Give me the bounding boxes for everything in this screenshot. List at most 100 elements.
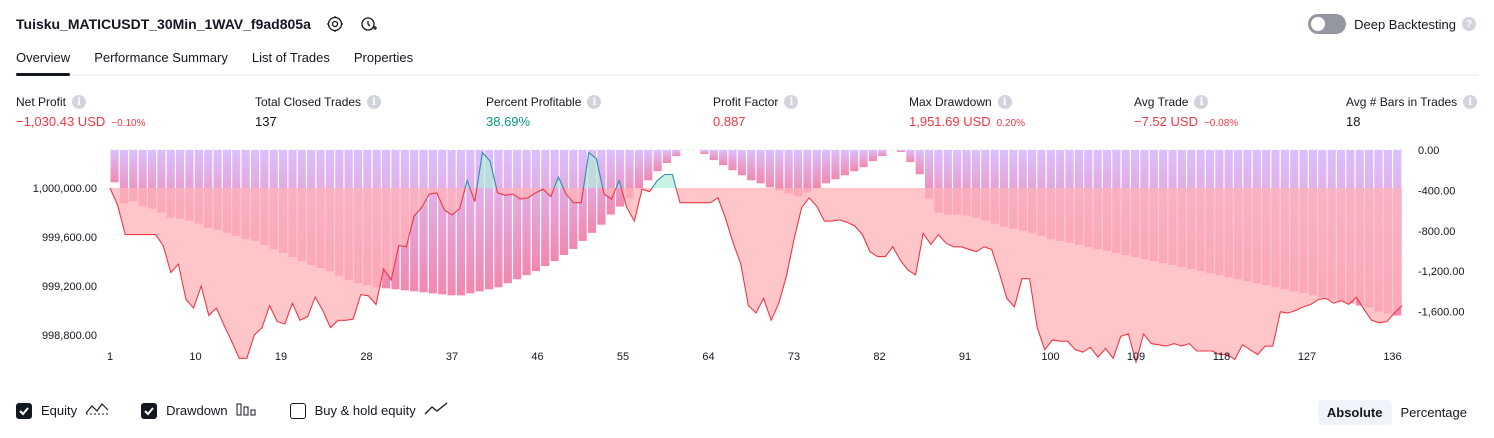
metric-percent: −0.08% <box>1203 118 1239 129</box>
metric-label: Net Profit <box>16 95 67 109</box>
metric-value: 38.69% <box>486 114 531 129</box>
drawdown-bar <box>878 150 887 157</box>
metric-label: Avg Trade <box>1134 95 1189 109</box>
y-left-tick: 998,800.00 <box>42 330 97 342</box>
metric-avg-bars-in-trades: Avg # Bars in Trades i 18 <box>1346 94 1478 130</box>
left-axis: 1,000,000.00 999,600.00 999,200.00 998,800.… <box>33 183 97 342</box>
info-icon[interactable]: i <box>1463 95 1478 109</box>
x-tick: 10 <box>189 351 201 363</box>
info-icon[interactable]: i <box>1194 95 1209 109</box>
drawdown-bar <box>896 150 906 153</box>
metric-value: −7.52 USD <box>1134 114 1198 129</box>
drawdown-bar <box>653 150 662 172</box>
checkbox-checked-icon[interactable] <box>16 402 32 419</box>
metric-value: 0.887 <box>713 114 746 129</box>
checkbox-checked-icon[interactable] <box>141 402 158 419</box>
y-right-tick: -1,200.00 <box>1418 266 1464 278</box>
help-icon[interactable]: ? <box>1462 17 1476 31</box>
metric-max-drawdown: Max Drawdown i 1,951.69 USD 0.20% <box>909 94 1025 130</box>
drawdown-bar <box>784 150 793 194</box>
drawdown-bars-icon <box>236 402 258 419</box>
equity-drawdown-chart[interactable]: 1,000,000.00 999,600.00 999,200.00 998,800.… <box>0 130 1494 370</box>
header: Tuisku_MATICUSDT_30Min_1WAV_f9ad805a <box>16 12 379 36</box>
drawdown-bar <box>419 150 428 293</box>
legend-label: Drawdown <box>166 403 228 418</box>
drawdown-bar <box>559 150 569 255</box>
deep-backtesting-label: Deep Backtesting <box>1354 16 1456 32</box>
metric-label: Avg # Bars in Trades <box>1346 95 1458 109</box>
x-tick: 127 <box>1298 351 1316 363</box>
drawdown-bar <box>728 150 737 171</box>
gear-icon[interactable] <box>325 14 345 34</box>
legend-drawdown[interactable]: Drawdown <box>141 402 257 419</box>
drawdown-bar <box>719 150 728 166</box>
metric-value: −1,030.43 USD <box>16 114 106 129</box>
tab-performance-summary[interactable]: Performance Summary <box>94 46 228 72</box>
x-axis: 1 10 19 28 37 46 55 64 73 82 91 100 109 118 127 136 <box>107 351 1402 363</box>
drawdown-bar <box>110 150 119 183</box>
drawdown-bar <box>503 150 512 284</box>
drawdown-bar <box>850 150 859 172</box>
metric-value: 1,951.69 USD <box>909 114 991 129</box>
metric-label: Max Drawdown <box>909 95 992 109</box>
tab-properties[interactable]: Properties <box>354 46 413 72</box>
x-tick: 91 <box>959 351 971 363</box>
x-tick: 73 <box>788 351 800 363</box>
drawdown-bar <box>522 150 531 276</box>
drawdown-bar <box>438 150 447 295</box>
drawdown-bar <box>859 150 868 168</box>
drawdown-bar <box>756 150 765 184</box>
drawdown-bar <box>644 150 653 181</box>
metric-avg-trade: Avg Trade i −7.52 USD −0.08% <box>1134 94 1238 130</box>
x-tick: 1 <box>107 351 113 363</box>
x-tick: 28 <box>360 351 372 363</box>
drawdown-bar <box>634 150 643 189</box>
legend-label: Buy & hold equity <box>314 403 416 418</box>
legend-label: Equity <box>41 403 78 418</box>
info-icon[interactable]: i <box>72 95 87 109</box>
drawdown-bar <box>803 150 812 193</box>
x-tick: 19 <box>275 351 287 363</box>
tab-list-of-trades[interactable]: List of Trades <box>252 46 330 72</box>
tab-overview[interactable]: Overview <box>16 46 71 76</box>
drawdown-bar <box>662 150 672 164</box>
x-tick: 37 <box>446 351 458 363</box>
absolute-button[interactable]: Absolute <box>1317 400 1392 425</box>
drawdown-bar <box>447 150 456 296</box>
drawdown-bar <box>700 150 709 155</box>
drawdown-bar <box>494 150 503 288</box>
drawdown-bar <box>840 150 849 176</box>
legend-equity[interactable]: Equity <box>16 402 109 419</box>
scale-mode-switch: Absolute Percentage <box>1317 400 1477 425</box>
x-tick: 46 <box>531 351 543 363</box>
add-alert-icon[interactable] <box>359 14 379 34</box>
info-icon[interactable]: i <box>997 95 1012 109</box>
metric-label: Total Closed Trades <box>255 95 362 109</box>
drawdown-bar <box>616 150 625 207</box>
right-axis: 0.00 -400.00 -800.00 -1,200.00 -1,600.00 <box>1418 145 1464 319</box>
x-tick: 64 <box>702 351 714 363</box>
drawdown-bar <box>428 150 437 294</box>
info-icon[interactable]: i <box>587 95 602 109</box>
buy-hold-line-icon <box>424 402 448 419</box>
metric-profit-factor: Profit Factor i 0.887 <box>713 94 799 130</box>
x-tick: 55 <box>617 351 629 363</box>
legend-buy-hold-equity[interactable]: Buy & hold equity <box>289 402 448 419</box>
strategy-title: Tuisku_MATICUSDT_30Min_1WAV_f9ad805a <box>16 16 311 32</box>
drawdown-bar <box>531 150 540 272</box>
metric-net-profit: Net Profit i −1,030.43 USD −0.10% <box>16 94 145 130</box>
percentage-button[interactable]: Percentage <box>1392 400 1477 425</box>
y-left-tick: 999,200.00 <box>42 281 97 293</box>
info-icon[interactable]: i <box>367 95 382 109</box>
metric-percent: 0.20% <box>996 118 1026 129</box>
chart-legend: Equity Drawdown Buy & hold equity <box>16 402 480 419</box>
deep-backtesting: Deep Backtesting ? <box>1308 14 1476 34</box>
checkbox-unchecked-icon[interactable] <box>289 402 306 419</box>
drawdown-bar <box>812 150 821 189</box>
y-right-tick: -800.00 <box>1418 226 1455 238</box>
info-icon[interactable]: i <box>784 95 799 109</box>
metric-total-closed-trades: Total Closed Trades i 137 <box>255 94 382 130</box>
y-left-tick: 999,600.00 <box>42 232 97 244</box>
deep-backtesting-toggle[interactable] <box>1308 14 1347 34</box>
drawdown-bar <box>456 150 466 296</box>
